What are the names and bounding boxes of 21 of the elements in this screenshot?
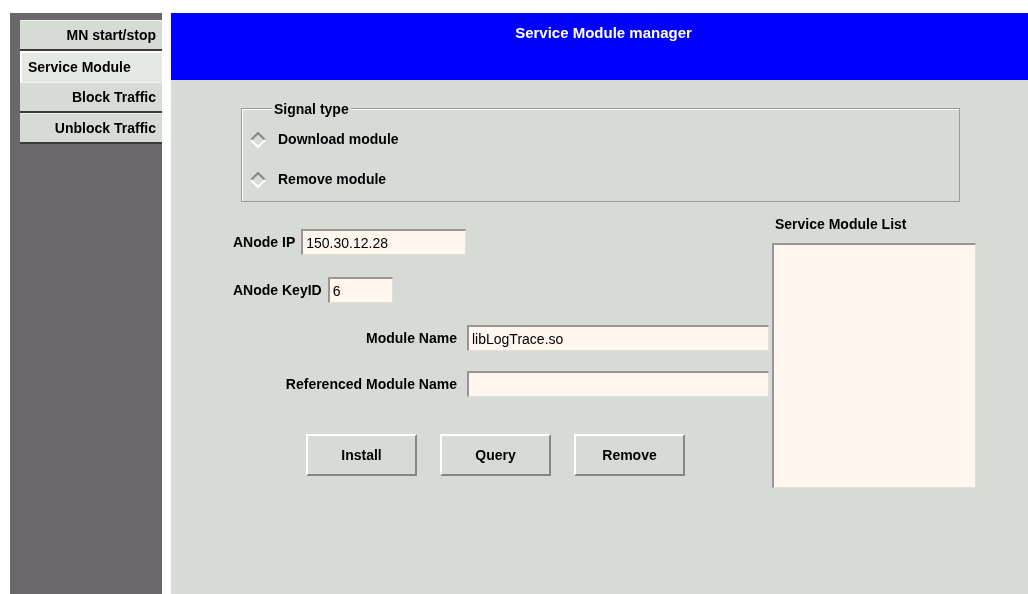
action-button[interactable]: Remove [574,434,685,476]
field-label: ANode KeyID [233,280,322,300]
radio-button[interactable] [250,131,266,148]
input-field[interactable]: 6 [327,277,393,303]
action-button[interactable]: Query [440,434,551,476]
header-title: Service Module manager [515,23,692,44]
list-label: Service Module List [775,215,908,234]
radio-label: Remove module [278,170,387,189]
radio-label: Download module [278,130,399,149]
sidebar-tab[interactable]: MN start/stop [20,20,162,51]
field-label: Module Name [365,328,457,348]
input-field[interactable]: 150.30.12.28 [301,229,467,255]
sidebar-tab[interactable]: Block Traffic [20,82,162,113]
input-field[interactable]: libLogTrace.so [467,325,769,351]
field-label: ANode IP [233,232,296,252]
field-label: Referenced Module Name [284,374,457,394]
sidebar-tab[interactable]: Service Module [20,51,162,82]
radio-button[interactable] [250,171,266,188]
sidebar-tab[interactable]: Unblock Traffic [20,113,162,144]
action-button[interactable]: Install [306,434,417,476]
input-field[interactable] [467,371,769,397]
